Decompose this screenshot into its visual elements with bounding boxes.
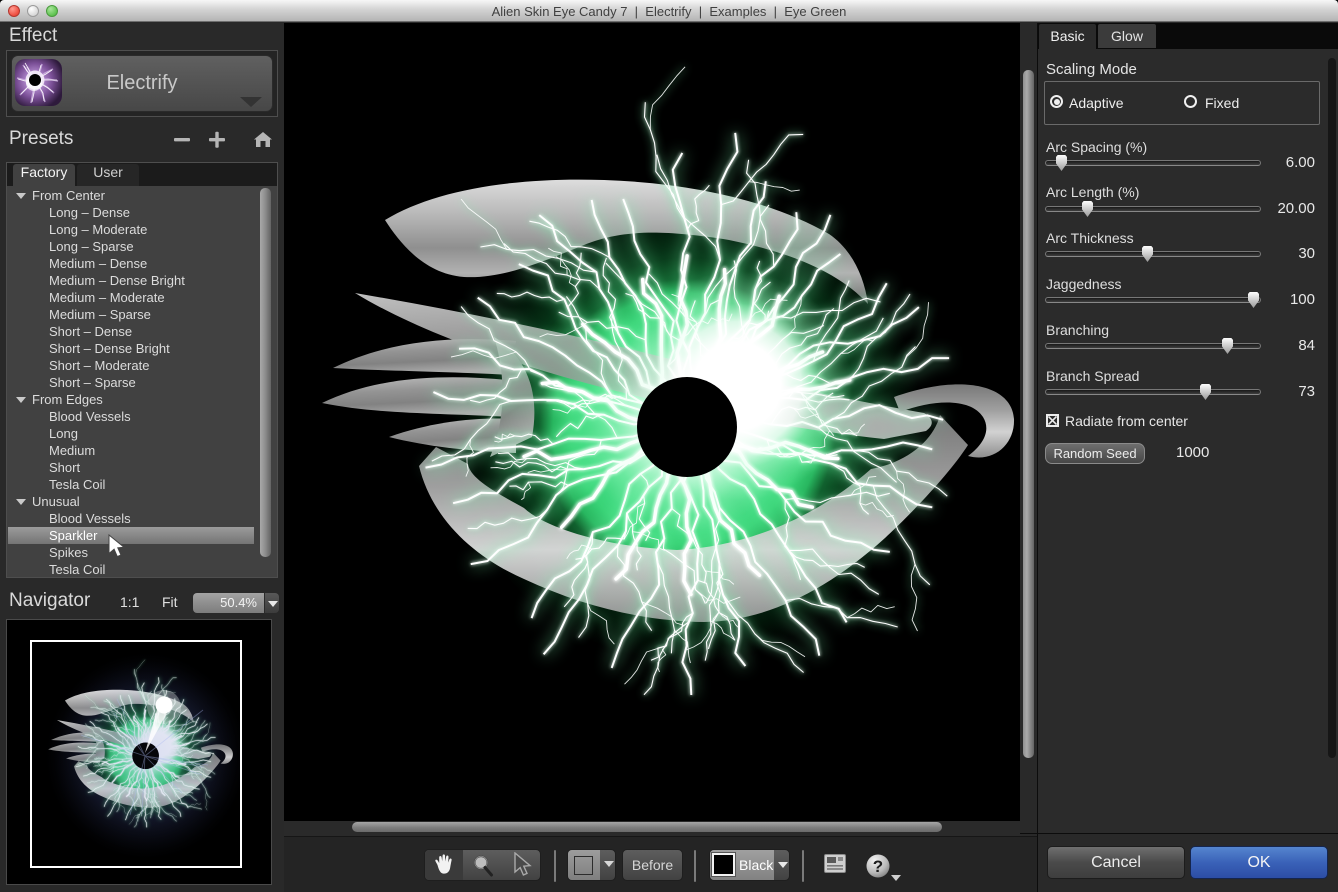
svg-text:?: ? bbox=[873, 857, 883, 876]
